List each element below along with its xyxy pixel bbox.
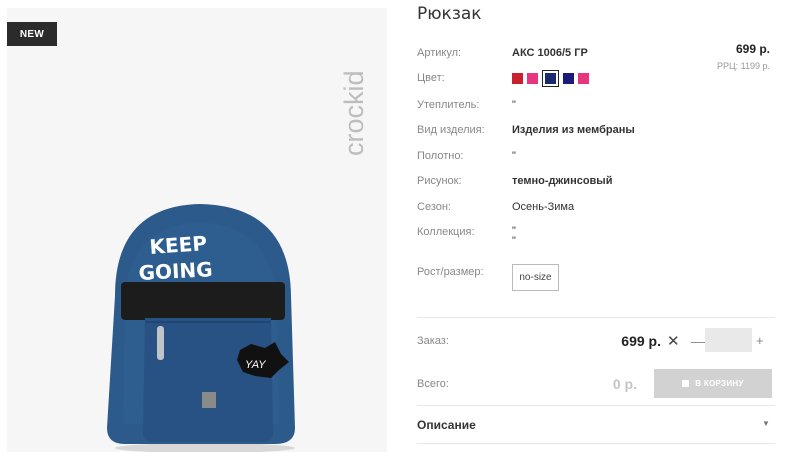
color-swatch[interactable] (527, 73, 538, 84)
description-toggle[interactable]: Описание (417, 418, 476, 432)
color-swatch[interactable] (512, 73, 523, 84)
chevron-down-icon[interactable]: ▼ (762, 419, 770, 428)
product-info: Рюкзак 699 р. РРЦ: 1199 р. Артикул: АКС … (417, 0, 777, 452)
add-to-cart-label: В КОРЗИНУ (695, 379, 744, 388)
attr-value: темно-джинсовый (512, 175, 613, 187)
attr-label: Сезон: (417, 201, 451, 213)
attr-value: Осень-Зима (512, 201, 575, 213)
attr-label: Вид изделия: (417, 124, 485, 136)
attr-value: " (512, 150, 516, 162)
color-swatch-selected[interactable] (542, 70, 559, 87)
product-price: 699 р. (735, 42, 770, 56)
attr-label: Артикул: (417, 47, 462, 59)
print-line-1: KEEP (149, 231, 208, 259)
attr-value: Изделия из мембраны (512, 124, 635, 136)
divider (417, 405, 775, 406)
attr-label: Полотно: (417, 150, 464, 162)
attr-label: Коллекция: (417, 226, 475, 238)
attr-value: АКС 1006/5 ГР (512, 47, 588, 59)
recommended-retail-price: РРЦ: 1199 р. (716, 61, 770, 71)
attr-label: Рост/размер: (417, 266, 484, 278)
add-to-cart-button[interactable]: В КОРЗИНУ (654, 369, 772, 398)
attr-value: " (512, 99, 516, 111)
color-swatches (512, 70, 589, 87)
total-label: Всего: (417, 378, 449, 390)
multiply-icon: ✕ (667, 333, 680, 350)
attr-label: Цвет: (417, 72, 445, 84)
product-image-panel: NEW crockid YAY KEEP GOING (7, 8, 387, 452)
new-badge: NEW (7, 22, 57, 46)
order-label: Заказ: (417, 335, 449, 347)
color-swatch[interactable] (578, 73, 589, 84)
total-value: 0 р. (612, 376, 637, 392)
divider (417, 443, 775, 444)
print-line-2: GOING (138, 257, 213, 285)
cart-icon (682, 380, 690, 387)
color-swatch[interactable] (563, 73, 574, 84)
attr-label: Рисунок: (417, 175, 462, 187)
patch-text: YAY (245, 359, 266, 371)
order-price: 699 р. (621, 333, 661, 349)
brand-logo: crockid (339, 70, 369, 156)
brand-logo-text: crockid (339, 70, 369, 156)
backpack-image: YAY KEEP GOING (107, 204, 295, 452)
attr-label: Утеплитель: (417, 99, 480, 111)
product-title: Рюкзак (417, 4, 482, 24)
quantity-decrement-button[interactable]: — (691, 333, 705, 349)
size-option-button[interactable]: no-size (512, 264, 559, 291)
attr-value: " " (512, 225, 516, 247)
divider (417, 317, 775, 318)
quantity-input[interactable] (705, 328, 752, 352)
quantity-increment-button[interactable]: + (756, 333, 764, 348)
